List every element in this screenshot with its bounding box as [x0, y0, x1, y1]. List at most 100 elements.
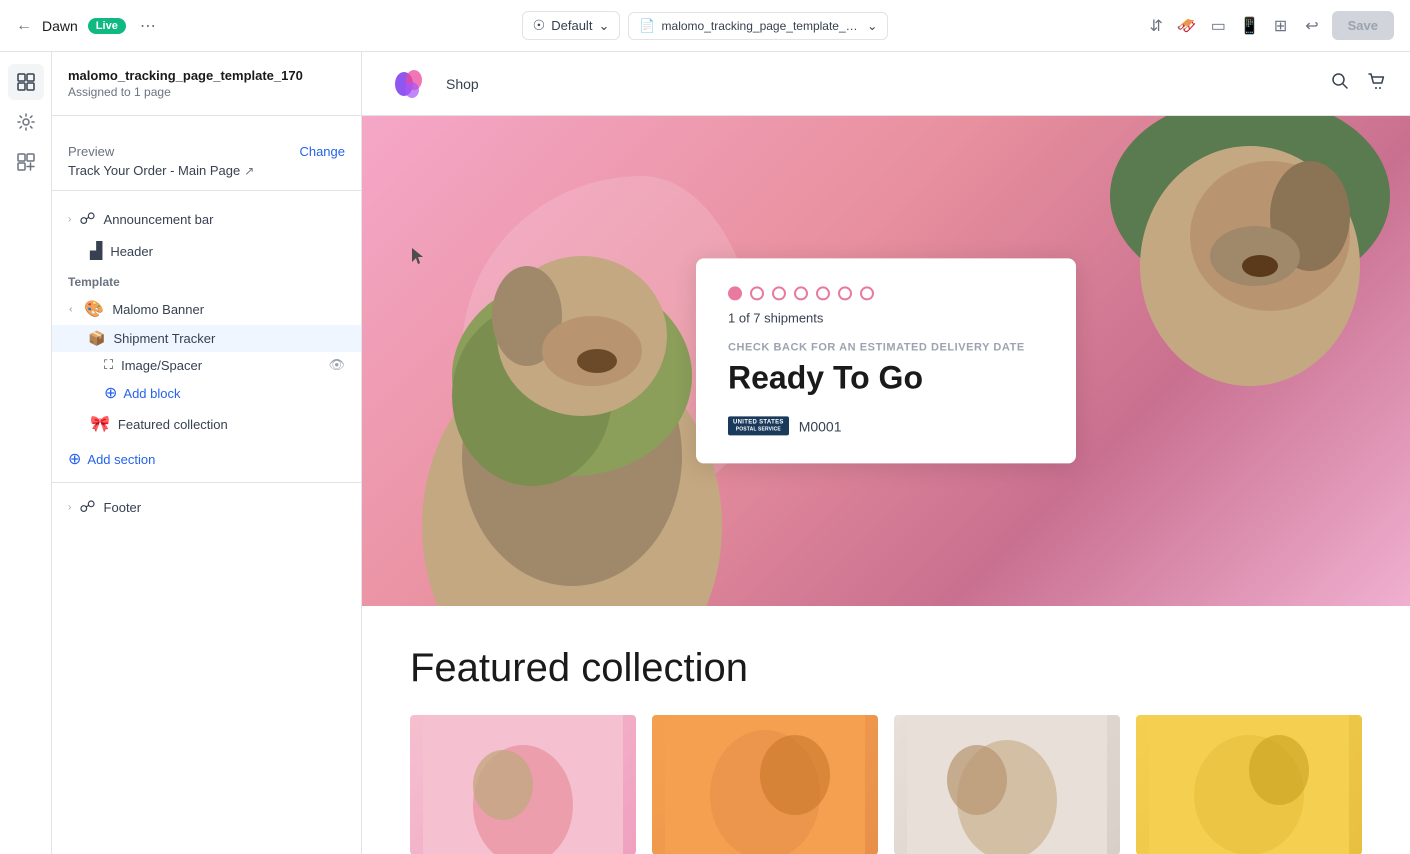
chevron-right-icon: › — [68, 502, 71, 513]
tracking-number: M0001 — [799, 418, 842, 434]
globe-icon: ☉ — [533, 17, 546, 34]
chevron-down-icon: ⌄ — [867, 19, 877, 33]
featured-section: Featured collection — [362, 606, 1410, 854]
sidebar-apps-icon[interactable] — [8, 144, 44, 180]
shipment-tracker-label: Shipment Tracker — [113, 331, 215, 346]
chevron-down-icon: ⌄ — [598, 18, 609, 34]
sidebar-item-header[interactable]: ▟ Header — [52, 235, 361, 267]
back-icon[interactable]: ← — [16, 17, 32, 35]
desktop-icon[interactable]: 🛷 — [1172, 11, 1202, 41]
dot-3 — [772, 286, 786, 300]
more-button[interactable]: ⋯ — [136, 12, 160, 40]
external-link-icon[interactable]: ↗ — [244, 164, 254, 178]
featured-collection-icon: 🎀 — [90, 414, 110, 434]
featured-title: Featured collection — [410, 646, 1362, 691]
tablet-icon[interactable]: ▭ — [1206, 11, 1231, 41]
topbar-left: ← Dawn Live ⋯ — [16, 12, 510, 40]
sidebar-item-malomo-banner[interactable]: ⌄ 🎨 Malomo Banner — [52, 293, 361, 325]
dog-right — [1090, 116, 1410, 546]
preview-label: Preview — [68, 144, 114, 159]
dot-6 — [838, 286, 852, 300]
topbar-center: ☉ Default ⌄ 📄 malomo_tracking_page_templ… — [522, 11, 889, 40]
malomo-banner-label: Malomo Banner — [112, 302, 345, 317]
theme-label: Default — [551, 18, 592, 33]
dot-5 — [816, 286, 830, 300]
change-link[interactable]: Change — [299, 144, 345, 159]
shipment-dots — [728, 286, 1044, 300]
header-icon: ▟ — [90, 241, 102, 261]
sidebar-item-announcement-bar[interactable]: › ☍ Announcement bar — [52, 203, 361, 235]
add-section-label: Add section — [87, 452, 155, 467]
grid-icon[interactable]: ⊞ — [1269, 11, 1292, 41]
sidebar-item-footer[interactable]: › ☍ Footer — [52, 491, 361, 523]
product-card-4[interactable] — [1136, 715, 1362, 854]
left-panel: malomo_tracking_page_template_170 Assign… — [52, 52, 362, 854]
dot-4 — [794, 286, 808, 300]
product-card-3[interactable] — [894, 715, 1120, 854]
nav-links: Shop — [446, 76, 479, 92]
chevron-right-icon: › — [68, 214, 71, 225]
store-nav: Shop — [362, 52, 1410, 116]
delivery-label: CHECK BACK FOR AN ESTIMATED DELIVERY DAT… — [728, 341, 1044, 353]
product-grid — [410, 715, 1362, 854]
main-layout: malomo_tracking_page_template_170 Assign… — [0, 52, 1410, 854]
sidebar-settings-icon[interactable] — [8, 104, 44, 140]
footer-label: Footer — [104, 500, 345, 515]
save-button[interactable]: Save — [1332, 11, 1394, 40]
topbar: ← Dawn Live ⋯ ☉ Default ⌄ 📄 malomo_track… — [0, 0, 1410, 52]
nav-right — [1330, 71, 1386, 96]
preview-frame: Shop — [362, 52, 1410, 854]
hero-section: 1 of 7 shipments CHECK BACK FOR AN ESTIM… — [362, 116, 1410, 606]
announcement-bar-icon: ☍ — [79, 209, 95, 229]
sidebar-item-featured-collection[interactable]: 🎀 Featured collection — [52, 408, 361, 440]
visibility-icon[interactable]: 👁 — [328, 357, 345, 373]
dot-7 — [860, 286, 874, 300]
tracking-info: UNITED STATES POSTAL SERVICE M0001 — [728, 416, 1044, 435]
mobile-icon[interactable]: 📱 — [1235, 11, 1265, 41]
dot-1 — [728, 286, 742, 300]
usps-badge: UNITED STATES POSTAL SERVICE — [728, 416, 789, 435]
file-selector[interactable]: 📄 malomo_tracking_page_template_17089772… — [628, 12, 888, 40]
template-heading: Template — [52, 267, 361, 293]
shipment-count: 1 of 7 shipments — [728, 310, 1044, 325]
cart-icon[interactable] — [1366, 71, 1386, 96]
featured-collection-label: Featured collection — [118, 417, 345, 432]
nav-shop-link[interactable]: Shop — [446, 76, 479, 92]
preview-section: Preview Change Track Your Order - Main P… — [52, 132, 361, 191]
dot-2 — [750, 286, 764, 300]
image-spacer-icon: ⛶ — [104, 357, 113, 373]
theme-selector[interactable]: ☉ Default ⌄ — [522, 11, 621, 40]
preview-page-row: Track Your Order - Main Page ↗ — [68, 163, 345, 178]
view-icons: ⇵ 🛷 ▭ 📱 ⊞ — [1144, 11, 1292, 41]
divider — [52, 482, 361, 483]
content-area: Shop — [362, 52, 1410, 854]
store-logo — [386, 62, 430, 106]
add-block-button[interactable]: ⊕ Add block — [52, 378, 361, 408]
product-card-2[interactable] — [652, 715, 878, 854]
plus-circle-icon: ⊕ — [68, 449, 81, 469]
preview-page-name: Track Your Order - Main Page — [68, 163, 240, 178]
malomo-banner-icon: 🎨 — [84, 299, 104, 319]
file-title: malomo_tracking_page_template_170 — [68, 68, 345, 83]
assigned-text: Assigned to 1 page — [68, 85, 345, 99]
undo-icon[interactable]: ↩ — [1300, 11, 1323, 41]
sidebar-icons — [0, 52, 52, 854]
live-badge: Live — [88, 18, 126, 34]
sidebar-sections-icon[interactable] — [8, 64, 44, 100]
footer-icon: ☍ — [79, 497, 95, 517]
file-icon: 📄 — [639, 18, 655, 34]
plus-circle-icon: ⊕ — [104, 383, 117, 403]
product-card-1[interactable] — [410, 715, 636, 854]
delivery-status: Ready To Go — [728, 359, 1044, 396]
add-section-button[interactable]: ⊕ Add section — [52, 444, 361, 474]
sidebar-item-shipment-tracker[interactable]: 📦 Shipment Tracker — [52, 325, 361, 352]
sidebar-item-image-spacer[interactable]: ⛶ Image/Spacer 👁 — [52, 352, 361, 378]
tracker-card: 1 of 7 shipments CHECK BACK FOR AN ESTIM… — [696, 258, 1076, 463]
shipment-tracker-icon: 📦 — [88, 330, 105, 347]
announcement-bar-label: Announcement bar — [104, 212, 345, 227]
header-label: Header — [110, 244, 345, 259]
chevron-down-icon: ⌄ — [67, 305, 78, 313]
resize-icon[interactable]: ⇵ — [1144, 11, 1167, 41]
preview-row: Preview Change — [68, 144, 345, 159]
search-icon[interactable] — [1330, 71, 1350, 96]
